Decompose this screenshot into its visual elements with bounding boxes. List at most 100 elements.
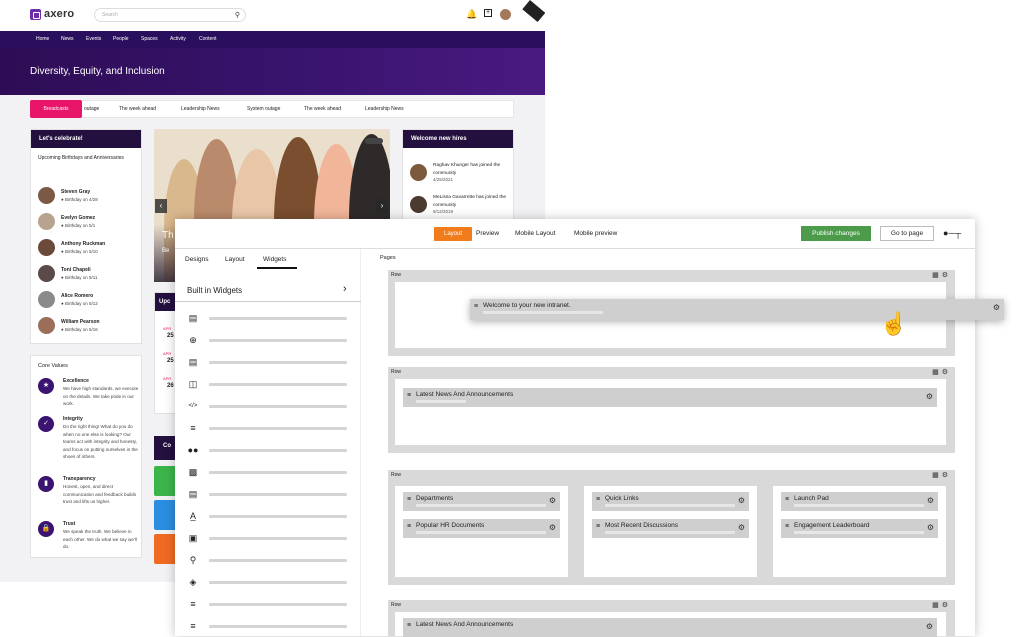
- person-name: Anthony Ruckman: [61, 241, 106, 247]
- tab-widgets[interactable]: Widgets: [263, 256, 286, 263]
- avatar: [38, 187, 55, 204]
- dragged-widget-block[interactable]: ≡ Welcome to your new intranet. ⚙: [470, 299, 1004, 320]
- nav-content[interactable]: Content: [199, 36, 217, 42]
- drag-handle-icon[interactable]: ≡: [407, 523, 411, 530]
- avatar[interactable]: [500, 9, 511, 20]
- tab-layout-panel[interactable]: Layout: [225, 256, 245, 263]
- search-input[interactable]: Search ⚲: [94, 8, 246, 22]
- list-item[interactable]: Toni Chapeli ● Birthday on 5/11: [38, 264, 138, 286]
- drag-handle-icon[interactable]: ≡: [785, 496, 789, 503]
- layout-row[interactable]: Row ▦⚙ ≡ Departments ⚙ ≡ Popular HR Documen…: [388, 470, 955, 585]
- list-item[interactable]: Alice Romero ● Birthday on 5/12: [38, 290, 138, 312]
- row-cell[interactable]: ≡ Latest News And Announcements ⚙: [395, 379, 946, 445]
- drag-handle-icon[interactable]: ≡: [474, 303, 478, 310]
- widget-item[interactable]: A̲: [187, 509, 347, 523]
- list-item[interactable]: Anthony Ruckman ● Birthday on 5/10: [38, 238, 138, 260]
- widget-item[interactable]: ⊕: [187, 333, 347, 347]
- nav-people[interactable]: People: [113, 36, 129, 42]
- list-item[interactable]: Evelyn Gomez ● Birthday on 5/1: [38, 212, 138, 234]
- widget-item[interactable]: ●●: [187, 443, 347, 457]
- gear-icon[interactable]: ⚙: [549, 496, 556, 505]
- drag-handle-icon[interactable]: ≡: [407, 496, 411, 503]
- widget-block[interactable]: ≡ Quick Links ⚙: [592, 492, 749, 511]
- carousel-next-button[interactable]: ›: [376, 199, 388, 213]
- widget-block[interactable]: ≡ Most Recent Discussions ⚙: [592, 519, 749, 538]
- tab-mobile-preview[interactable]: Mobile preview: [574, 230, 617, 237]
- nav-news[interactable]: News: [61, 36, 74, 42]
- widget-item[interactable]: ◫: [187, 377, 347, 391]
- row-settings-icon[interactable]: ▦⚙: [932, 368, 951, 376]
- go-to-page-button[interactable]: Go to page: [880, 226, 934, 241]
- layout-row[interactable]: Row ▦⚙ ≡ Latest News And Announcements ⚙: [388, 367, 955, 453]
- drag-handle-icon[interactable]: ≡: [596, 496, 600, 503]
- tab-mobile-layout[interactable]: Mobile Layout: [515, 230, 555, 237]
- nav-spaces[interactable]: Spaces: [141, 36, 158, 42]
- built-in-widgets-heading[interactable]: Built in Widgets: [187, 286, 242, 295]
- gear-icon[interactable]: ⚙: [927, 523, 934, 532]
- gear-icon[interactable]: ⚙: [926, 392, 933, 401]
- list-icon: ▤: [188, 313, 198, 323]
- widget-item[interactable]: ⚲: [187, 553, 347, 567]
- list-item[interactable]: William Pearson ● Birthday on 5/16: [38, 316, 138, 338]
- gear-icon[interactable]: ⚙: [738, 523, 745, 532]
- hire-date: 9/12/2019: [433, 209, 454, 214]
- gear-icon[interactable]: ⚙: [926, 622, 933, 631]
- drag-handle-icon[interactable]: ≡: [407, 392, 411, 399]
- nav-events[interactable]: Events: [86, 36, 101, 42]
- list-item[interactable]: Steven Gray ● Birthday on 4/28: [38, 186, 138, 208]
- tab-week-ahead-2[interactable]: The week ahead: [304, 106, 341, 112]
- widget-item[interactable]: ▩: [187, 465, 347, 479]
- widget-block[interactable]: ≡ Departments ⚙: [403, 492, 560, 511]
- widget-block[interactable]: ≡ Launch Pad ⚙: [781, 492, 938, 511]
- widget-item[interactable]: ≡: [187, 619, 347, 633]
- row-settings-icon[interactable]: ▦⚙: [932, 601, 951, 609]
- widget-item[interactable]: ≡: [187, 421, 347, 435]
- widget-block[interactable]: ≡ Latest News And Announcements ⚙: [403, 618, 937, 637]
- publish-changes-button[interactable]: Publish changes: [801, 226, 871, 241]
- row-cell[interactable]: ≡ Launch Pad ⚙ ≡ Engagement Leaderboard ⚙: [773, 486, 946, 577]
- tab-week-ahead[interactable]: The week ahead: [119, 106, 156, 112]
- tab-preview[interactable]: Preview: [476, 230, 499, 237]
- gear-icon[interactable]: ⚙: [993, 303, 1000, 312]
- birthday-text: ● Birthday on 5/10: [61, 249, 98, 254]
- nav-activity[interactable]: Activity: [170, 36, 186, 42]
- widget-block[interactable]: ≡ Engagement Leaderboard ⚙: [781, 519, 938, 538]
- widget-item[interactable]: ▤: [187, 311, 347, 325]
- bell-icon[interactable]: 🔔: [466, 9, 477, 20]
- widget-block[interactable]: ≡ Popular HR Documents ⚙: [403, 519, 560, 538]
- layout-row[interactable]: Row ▦⚙ ≡ Latest News And Announcements ⚙: [388, 600, 955, 637]
- tab-leadership-news-2[interactable]: Leadership News: [365, 106, 404, 112]
- drag-handle-icon[interactable]: ≡: [407, 622, 411, 629]
- drag-handle-icon[interactable]: ≡: [596, 523, 600, 530]
- widget-item[interactable]: ≡: [187, 597, 347, 611]
- row-cell[interactable]: ≡ Quick Links ⚙ ≡ Most Recent Discussions ⚙: [584, 486, 757, 577]
- row-settings-icon[interactable]: ▦⚙: [932, 271, 951, 279]
- nav-home[interactable]: Home: [36, 36, 49, 42]
- tab-system-outage[interactable]: System outage: [247, 106, 280, 112]
- tab-breadcasts[interactable]: Breadcasts: [30, 100, 82, 118]
- key-icon[interactable]: ●─┬: [943, 228, 961, 238]
- drag-handle-icon[interactable]: ≡: [785, 523, 789, 530]
- tab-designs[interactable]: Designs: [185, 256, 208, 263]
- widget-item[interactable]: ▤: [187, 487, 347, 501]
- row-cell[interactable]: ≡ Departments ⚙ ≡ Popular HR Documents ⚙: [395, 486, 568, 577]
- widget-item[interactable]: </>: [187, 399, 347, 413]
- gear-icon[interactable]: ⚙: [549, 523, 556, 532]
- carousel-dots[interactable]: [365, 138, 383, 144]
- carousel-prev-button[interactable]: ‹: [155, 199, 167, 213]
- tab-outage[interactable]: outage: [84, 106, 99, 112]
- widget-block[interactable]: ≡ Latest News And Announcements ⚙: [403, 388, 937, 407]
- widget-item[interactable]: ▣: [187, 531, 347, 545]
- widget-item[interactable]: ◈: [187, 575, 347, 589]
- gear-icon[interactable]: ⚙: [927, 496, 934, 505]
- row-cell[interactable]: ≡ Latest News And Announcements ⚙: [395, 612, 946, 637]
- axero-logo[interactable]: axero: [30, 8, 74, 20]
- chevron-right-icon[interactable]: ›: [343, 283, 347, 295]
- gear-icon[interactable]: ⚙: [738, 496, 745, 505]
- tab-layout[interactable]: Layout: [434, 227, 472, 241]
- widget-item[interactable]: ▤: [187, 355, 347, 369]
- add-icon[interactable]: +: [484, 9, 492, 17]
- search-icon[interactable]: ⚲: [235, 11, 240, 19]
- row-settings-icon[interactable]: ▦⚙: [932, 471, 951, 479]
- tab-leadership-news[interactable]: Leadership News: [181, 106, 220, 112]
